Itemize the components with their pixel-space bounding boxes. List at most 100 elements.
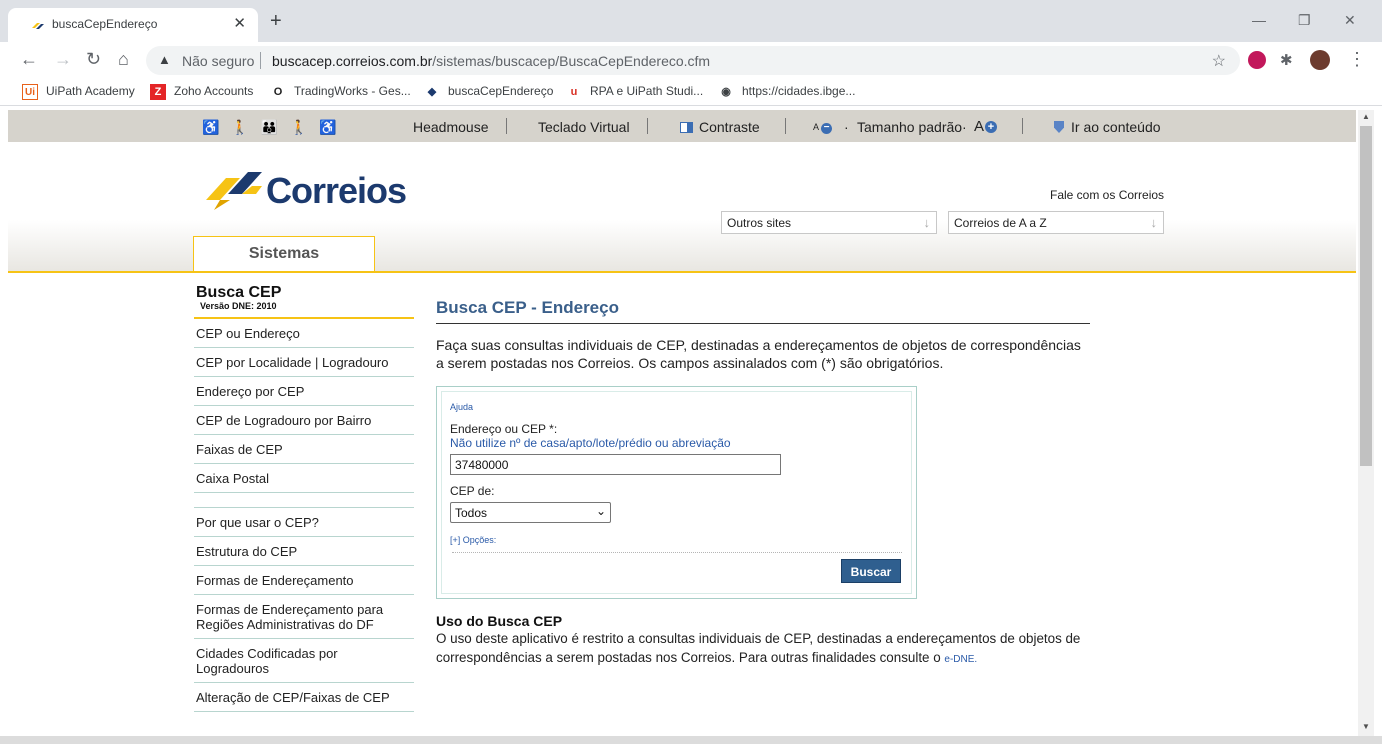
bookmark-icon: ◉ bbox=[721, 86, 731, 98]
profile-avatar[interactable] bbox=[1310, 50, 1330, 70]
opcoes-link[interactable]: [+] Opções: bbox=[450, 535, 496, 545]
bookmark-icon: Z bbox=[150, 84, 166, 100]
search-form: Ajuda Endereço ou CEP *: Não utilize nº … bbox=[436, 386, 917, 599]
sidebar-item[interactable]: Alteração de CEP/Faixas de CEP bbox=[194, 683, 414, 712]
scroll-down-icon[interactable]: ▼ bbox=[1362, 722, 1370, 731]
headmouse-link[interactable]: Headmouse bbox=[413, 119, 489, 135]
bookmark-item[interactable]: Z Zoho Accounts bbox=[150, 84, 253, 100]
fale-com-correios-link[interactable]: Fale com os Correios bbox=[1050, 188, 1164, 202]
bookmark-star-icon[interactable]: ☆ bbox=[1212, 51, 1226, 71]
address-bar[interactable]: ▲ Não seguro buscacep.correios.com.br/si… bbox=[146, 46, 1240, 75]
acc-dot: · bbox=[962, 119, 967, 135]
font-small-label: A bbox=[813, 122, 819, 132]
contraste-link[interactable]: Contraste bbox=[680, 119, 760, 135]
arrow-down-icon bbox=[1054, 121, 1064, 133]
tab-sistemas[interactable]: Sistemas bbox=[193, 236, 375, 273]
accessibility-bar: ♿ 🚶 👪 🚶 ♿ Headmouse Teclado Virtual Cont… bbox=[8, 110, 1356, 142]
logo-wordmark: Correios bbox=[266, 170, 407, 211]
arrow-down-icon: ↓ bbox=[923, 215, 931, 230]
home-button[interactable]: ⌂ bbox=[118, 50, 129, 68]
sidebar-item[interactable]: CEP ou Endereço bbox=[194, 319, 414, 348]
sidebar-item[interactable]: Cidades Codificadas por Logradouros bbox=[194, 639, 414, 683]
sidebar-item[interactable]: Caixa Postal bbox=[194, 464, 414, 493]
correios-a-z-select[interactable]: Correios de A a Z ↓ bbox=[948, 211, 1164, 234]
browser-tab-strip: buscaCepEndereço ✕ + — ❐ ✕ bbox=[0, 0, 1382, 42]
outros-sites-select[interactable]: Outros sites ↓ bbox=[721, 211, 937, 234]
bookmark-icon: O bbox=[273, 86, 283, 98]
acc-separator bbox=[1022, 118, 1023, 134]
main-content: Busca CEP - Endereço Faça suas consultas… bbox=[436, 298, 1090, 665]
extensions-puzzle-icon[interactable]: ✱ bbox=[1280, 52, 1293, 70]
sidebar-item[interactable]: CEP por Localidade | Logradouro bbox=[194, 348, 414, 377]
sidebar-item[interactable]: CEP de Logradouro por Bairro bbox=[194, 406, 414, 435]
minus-circle-icon: − bbox=[821, 123, 833, 134]
sidebar-item[interactable]: Formas de Endereçamento bbox=[194, 566, 414, 595]
sidebar-item[interactable]: Faixas de CEP bbox=[194, 435, 414, 464]
sidebar-version: Versão DNE: 2010 bbox=[194, 301, 414, 319]
bookmark-item[interactable]: Ui UiPath Academy bbox=[22, 84, 135, 100]
close-window-button[interactable]: ✕ bbox=[1344, 12, 1356, 29]
correios-favicon-icon bbox=[32, 23, 44, 29]
acc-separator bbox=[785, 118, 786, 134]
bookmark-item[interactable]: O TradingWorks - Ges... bbox=[270, 84, 411, 100]
scrollbar-thumb[interactable] bbox=[1360, 126, 1372, 466]
restore-button[interactable]: ❐ bbox=[1298, 12, 1311, 29]
url-text[interactable]: buscacep.correios.com.br/sistemas/buscac… bbox=[272, 53, 710, 69]
e-dne-link[interactable]: e-DNE. bbox=[944, 654, 977, 665]
back-button[interactable]: ← bbox=[20, 50, 38, 68]
ir-ao-conteudo-label: Ir ao conteúdo bbox=[1071, 119, 1161, 135]
contraste-label: Contraste bbox=[699, 119, 760, 135]
browser-menu-icon[interactable]: ⋮ bbox=[1348, 50, 1366, 68]
bookmark-icon: ◆ bbox=[427, 86, 437, 98]
uso-title: Uso do Busca CEP bbox=[436, 613, 563, 629]
font-decrease-link[interactable]: A − bbox=[813, 122, 833, 134]
cep-de-select[interactable]: Todos ⌄ bbox=[450, 502, 611, 523]
acc-dot: · bbox=[844, 119, 849, 135]
page-viewport: ♿ 🚶 👪 🚶 ♿ Headmouse Teclado Virtual Cont… bbox=[8, 110, 1356, 744]
reload-button[interactable]: ↻ bbox=[86, 50, 101, 68]
correios-logo-mark-icon bbox=[206, 172, 262, 210]
search-form-inner: Ajuda Endereço ou CEP *: Não utilize nº … bbox=[441, 391, 912, 594]
bookmark-icon: u bbox=[570, 86, 578, 98]
font-big-label: A bbox=[974, 118, 985, 135]
tab-title: buscaCepEndereço bbox=[52, 17, 158, 31]
buscar-button[interactable]: Buscar bbox=[841, 559, 901, 583]
page-scrollbar[interactable]: ▲ ▼ bbox=[1358, 110, 1374, 736]
font-increase-link[interactable]: A + bbox=[974, 118, 998, 135]
bookmark-label: https://cidades.ibge... bbox=[742, 84, 856, 99]
download-extension-icon[interactable] bbox=[1248, 51, 1266, 69]
cep-de-label: CEP de: bbox=[450, 484, 495, 498]
tamanho-padrao-link[interactable]: Tamanho padrão bbox=[857, 119, 962, 135]
bookmark-item[interactable]: ◉ https://cidades.ibge... bbox=[718, 84, 855, 100]
form-divider bbox=[452, 552, 902, 553]
endereco-input[interactable]: 37480000 bbox=[450, 454, 781, 475]
chevron-down-icon: ⌄ bbox=[595, 504, 606, 518]
sidebar-item[interactable]: Formas de Endereçamento para Regiões Adm… bbox=[194, 595, 414, 639]
bookmark-label: TradingWorks - Ges... bbox=[294, 84, 411, 99]
endereco-label: Endereço ou CEP *: bbox=[450, 422, 558, 436]
header-divider bbox=[8, 271, 1356, 273]
sidebar-item[interactable]: Estrutura do CEP bbox=[194, 537, 414, 566]
ir-ao-conteudo-link[interactable]: Ir ao conteúdo bbox=[1054, 119, 1161, 135]
uso-section: Uso do Busca CEP O uso deste aplicativo … bbox=[436, 613, 1090, 669]
forward-button[interactable]: → bbox=[54, 50, 72, 68]
ajuda-link[interactable]: Ajuda bbox=[450, 402, 473, 412]
cep-de-value: Todos bbox=[455, 506, 488, 520]
warning-icon[interactable]: ▲ bbox=[158, 52, 171, 67]
new-tab-button[interactable]: + bbox=[270, 11, 282, 31]
sidebar-item[interactable]: Endereço por CEP bbox=[194, 377, 414, 406]
accessibility-icons: ♿ 🚶 👪 🚶 ♿ bbox=[202, 119, 341, 135]
sidebar-item[interactable]: Por que usar o CEP? bbox=[194, 508, 414, 537]
tab-close-icon[interactable]: ✕ bbox=[233, 14, 246, 32]
security-label[interactable]: Não seguro bbox=[182, 53, 254, 69]
teclado-virtual-link[interactable]: Teclado Virtual bbox=[538, 119, 630, 135]
bookmark-item[interactable]: u RPA e UiPath Studi... bbox=[566, 84, 704, 100]
browser-tab[interactable]: buscaCepEndereço ✕ bbox=[8, 8, 258, 42]
uso-paragraph: O uso deste aplicativo é restrito a cons… bbox=[436, 629, 1090, 669]
bookmark-label: UiPath Academy bbox=[46, 84, 135, 99]
scroll-up-icon[interactable]: ▲ bbox=[1362, 112, 1370, 121]
sidebar-list: CEP ou Endereço CEP por Localidade | Logr… bbox=[194, 319, 414, 712]
minimize-button[interactable]: — bbox=[1252, 12, 1266, 28]
bookmark-item[interactable]: ◆ buscaCepEndereço bbox=[424, 84, 554, 100]
uso-text: O uso deste aplicativo é restrito a cons… bbox=[436, 631, 1081, 665]
